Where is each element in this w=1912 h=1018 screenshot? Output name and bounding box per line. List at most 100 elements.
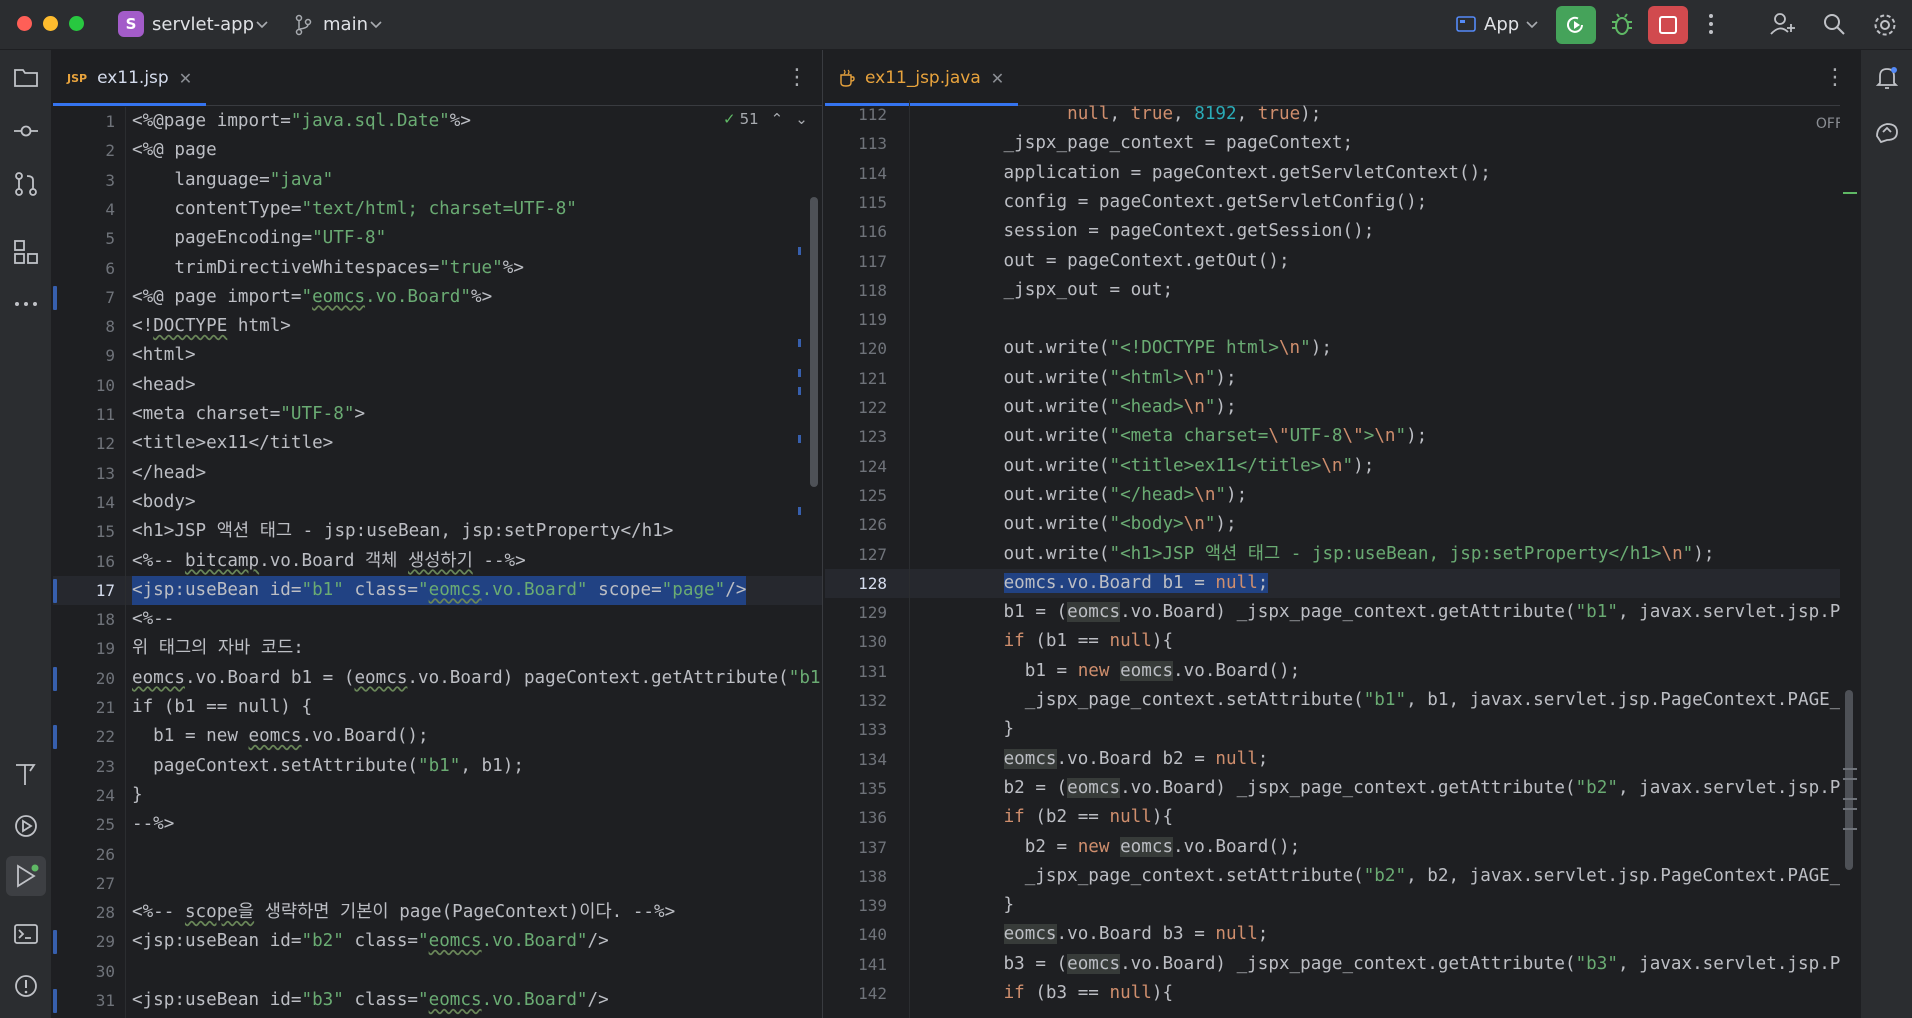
rerun-button[interactable]	[1556, 6, 1596, 44]
code-line: 25 --%>	[95, 814, 175, 835]
code-line: 131 b1 = new eomcs.vo.Board();	[858, 660, 1301, 681]
code-line: 142 if (b3 == null){	[858, 983, 1174, 1003]
code-line: 6 trimDirectiveWhitespaces="true"%>	[105, 257, 524, 278]
more-icon[interactable]	[1706, 12, 1716, 36]
error-stripe-mark[interactable]	[1843, 798, 1857, 800]
close-tab-icon[interactable]: ✕	[991, 69, 1004, 88]
error-stripe-mark[interactable]	[798, 507, 801, 515]
chevron-down-icon[interactable]	[256, 20, 268, 30]
error-stripe-mark[interactable]	[798, 369, 801, 377]
close-window-button[interactable]	[17, 16, 32, 31]
code-line: 121 out.write("<html>\n");	[858, 367, 1237, 388]
code-line: 3 language="java"	[105, 169, 334, 190]
error-stripe-mark[interactable]	[1843, 192, 1857, 194]
settings-icon[interactable]	[1872, 12, 1898, 38]
code-line: 124 out.write("<title>ex11</title>\n");	[858, 455, 1375, 476]
terminal-icon[interactable]	[12, 920, 40, 948]
code-line: 134 eomcs.vo.Board b2 = null;	[858, 748, 1269, 769]
more-tools-icon[interactable]	[12, 290, 40, 318]
jsp-file-icon: JSP	[67, 71, 88, 85]
code-line: 112 null, true, 8192, true);	[858, 104, 1322, 124]
code-line: 127 out.write("<h1>JSP 액션 태그 - jsp:useBe…	[858, 543, 1715, 564]
code-line: 139 }	[858, 895, 1015, 916]
title-bar: S servlet-app main App	[0, 0, 1912, 50]
code-line: 14 <body>	[95, 491, 196, 512]
right-tool-strip	[1860, 50, 1912, 1018]
tab-label: ex11_jsp.java	[865, 68, 981, 88]
code-line: 141 b3 = (eomcs.vo.Board) _jspx_page_con…	[858, 953, 1859, 974]
code-line: 19 위 태그의 자바 코드:	[95, 638, 304, 659]
code-line: 133 }	[858, 719, 1015, 740]
ai-assistant-icon[interactable]	[1873, 118, 1901, 146]
search-icon[interactable]	[1822, 12, 1846, 36]
code-line: 122 out.write("<head>\n");	[858, 397, 1237, 417]
code-line: 29 <jsp:useBean id="b2" class="eomcs.vo.B…	[53, 927, 822, 956]
code-editor-java[interactable]: 112 null, true, 8192, true); 113 _jspx_p…	[825, 100, 1859, 1018]
run-icon	[17, 864, 39, 888]
branch-selector[interactable]: main	[323, 14, 368, 35]
tab-ex11-jsp-java[interactable]: ex11_jsp.java ✕	[825, 50, 1019, 106]
code-line: 11 <meta charset="UTF-8">	[95, 404, 366, 424]
project-selector[interactable]: servlet-app	[152, 14, 254, 35]
debug-icon[interactable]	[1610, 12, 1634, 38]
chevron-down-icon[interactable]	[1526, 20, 1538, 30]
structure-icon[interactable]	[12, 238, 40, 266]
project-badge[interactable]: S	[118, 11, 144, 37]
zoom-window-button[interactable]	[69, 16, 84, 31]
code-line: 23 pageContext.setAttribute("b1", b1);	[95, 755, 524, 776]
close-tab-icon[interactable]: ✕	[179, 69, 192, 88]
code-line: 18 <%--	[95, 609, 175, 630]
code-line: 115 config = pageContext.getServletConfi…	[858, 191, 1428, 212]
code-line: 135 b2 = (eomcs.vo.Board) _jspx_page_con…	[858, 777, 1859, 798]
project-folder-icon[interactable]	[12, 64, 40, 92]
run-config-selector[interactable]: App	[1484, 14, 1519, 35]
left-tool-strip	[0, 50, 52, 1018]
code-line: 130 if (b1 == null){	[858, 631, 1174, 652]
code-line: 117 out = pageContext.getOut();	[858, 250, 1290, 271]
error-stripe-mark[interactable]	[1843, 778, 1857, 780]
code-editor-jsp[interactable]: 1 <%@page import="java.sql.Date"%> 2 <%@ p…	[53, 107, 822, 1018]
build-icon[interactable]	[12, 760, 40, 788]
chevron-down-icon[interactable]	[370, 20, 382, 30]
commit-icon[interactable]	[12, 117, 40, 145]
code-line: 120 out.write("<!DOCTYPE html>\n");	[858, 338, 1332, 359]
code-line: 24}	[95, 784, 143, 805]
editor-tab-bar: ex11_jsp.java ✕ ⋮	[825, 50, 1859, 106]
notifications-icon[interactable]	[1873, 64, 1901, 92]
code-line: 9 <html>	[105, 345, 196, 366]
code-line: 30	[95, 961, 115, 981]
error-stripe-mark[interactable]	[798, 339, 801, 347]
tab-ex11-jsp[interactable]: JSP ex11.jsp ✕	[53, 50, 207, 106]
code-line: 123 out.write("<meta charset=\"UTF-8\">\…	[858, 426, 1428, 447]
code-line: 31 <jsp:useBean id="b3" class="eomcs.vo.B…	[53, 986, 822, 1015]
code-line: 22 b1 = new eomcs.vo.Board();	[53, 722, 822, 751]
error-stripe-mark[interactable]	[798, 247, 801, 255]
editor-options-icon[interactable]: ⋮	[1823, 64, 1847, 92]
editor-tab-bar: JSP ex11.jsp ✕ ⋮	[53, 50, 822, 106]
run-tool-button[interactable]	[6, 856, 46, 896]
error-stripe-mark[interactable]	[798, 435, 801, 443]
error-stripe-mark[interactable]	[1843, 808, 1857, 810]
code-line: 137 b2 = new eomcs.vo.Board();	[858, 836, 1301, 857]
vertical-scrollbar[interactable]	[1845, 690, 1853, 870]
error-stripe-mark[interactable]	[798, 387, 801, 395]
code-line: 116 session = pageContext.getSession();	[858, 221, 1375, 242]
code-line: 136 if (b2 == null){	[858, 807, 1174, 828]
add-user-icon[interactable]	[1770, 12, 1796, 36]
code-line: 5 pageEncoding="UTF-8"	[105, 228, 387, 249]
code-line: 28 <%-- scope을 생략하면 기본이 page(PageContext)…	[95, 902, 676, 923]
error-stripe-mark[interactable]	[1843, 768, 1857, 770]
minimize-window-button[interactable]	[43, 16, 58, 31]
error-stripe-mark[interactable]	[1843, 828, 1857, 830]
services-icon[interactable]	[12, 812, 40, 840]
stop-button[interactable]	[1648, 6, 1688, 44]
pull-requests-icon[interactable]	[12, 170, 40, 198]
vertical-scrollbar[interactable]	[810, 197, 818, 487]
code-line: 10 <head>	[95, 374, 196, 395]
editor-pane-right: ex11_jsp.java ✕ ⋮ OFF 112 null, true, 81…	[825, 50, 1859, 1018]
editor-options-icon[interactable]: ⋮	[785, 64, 809, 92]
code-line: 1 <%@page import="java.sql.Date"%>	[105, 111, 471, 131]
problems-icon[interactable]	[12, 972, 40, 1000]
code-line: 26	[95, 844, 115, 864]
gutter-separator	[125, 107, 126, 1018]
